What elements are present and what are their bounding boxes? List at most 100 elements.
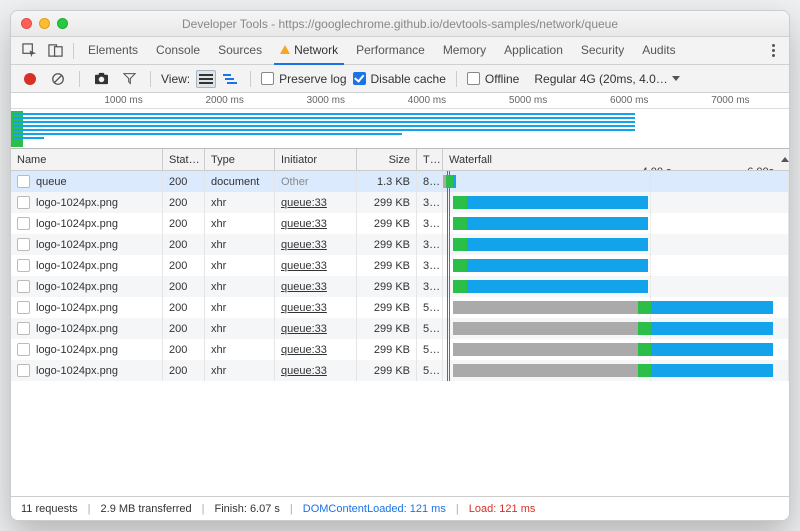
request-name: logo-1024px.png [36, 365, 118, 377]
titlebar: Developer Tools - https://googlechrome.g… [11, 11, 789, 37]
tab-performance[interactable]: Performance [348, 37, 433, 64]
view-list-icon[interactable] [196, 70, 216, 88]
initiator-link[interactable]: queue:33 [281, 302, 327, 314]
filter-icon[interactable] [118, 69, 140, 89]
record-button[interactable] [19, 69, 41, 89]
network-overview[interactable]: 1000 ms 2000 ms 3000 ms 4000 ms 5000 ms … [11, 93, 789, 149]
cell-waterfall [443, 276, 789, 297]
status-bar: 11 requests | 2.9 MB transferred | Finis… [11, 496, 789, 520]
tick-label: 4000 ms [408, 95, 446, 106]
more-options-icon[interactable] [763, 41, 783, 61]
cell-size: 299 KB [357, 234, 417, 255]
initiator-link[interactable]: queue:33 [281, 197, 327, 209]
table-row[interactable]: logo-1024px.png200xhrqueue:33299 KB3… [11, 255, 789, 276]
separator [73, 43, 74, 59]
tab-audits[interactable]: Audits [634, 37, 683, 64]
cell-name: logo-1024px.png [11, 234, 163, 255]
tab-console[interactable]: Console [148, 37, 208, 64]
window-title: Developer Tools - https://googlechrome.g… [21, 17, 779, 31]
file-icon [17, 217, 30, 230]
cell-waterfall [443, 171, 789, 192]
overview-ticks: 1000 ms 2000 ms 3000 ms 4000 ms 5000 ms … [11, 93, 789, 109]
initiator-link[interactable]: queue:33 [281, 218, 327, 230]
cell-initiator: queue:33 [275, 276, 357, 297]
cell-type: document [205, 171, 275, 192]
devtools-tabbar: Elements Console Sources Network Perform… [11, 37, 789, 65]
table-row[interactable]: logo-1024px.png200xhrqueue:33299 KB5… [11, 297, 789, 318]
minimize-icon[interactable] [39, 18, 50, 29]
header-waterfall[interactable]: Waterfall 4.00 s 6.00s [443, 149, 789, 170]
request-name: logo-1024px.png [36, 344, 118, 356]
cell-status: 200 [163, 318, 205, 339]
file-icon [17, 280, 30, 293]
status-request-count: 11 requests [21, 503, 78, 515]
zoom-icon[interactable] [57, 18, 68, 29]
tick-label: 1000 ms [104, 95, 142, 106]
header-type-label: Type [211, 154, 235, 166]
clear-button[interactable] [47, 69, 69, 89]
cell-name: logo-1024px.png [11, 360, 163, 381]
status-load: Load: 121 ms [469, 503, 536, 515]
cell-status: 200 [163, 339, 205, 360]
waterfall-bar [443, 175, 456, 188]
initiator-link[interactable]: queue:33 [281, 260, 327, 272]
tab-application[interactable]: Application [496, 37, 571, 64]
tab-elements[interactable]: Elements [80, 37, 146, 64]
request-name: logo-1024px.png [36, 197, 118, 209]
table-row[interactable]: logo-1024px.png200xhrqueue:33299 KB3… [11, 192, 789, 213]
request-table-body[interactable]: queue200documentOther1.3 KB8…logo-1024px… [11, 171, 789, 496]
header-time[interactable]: T… [417, 149, 443, 170]
header-status[interactable]: Stat… [163, 149, 205, 170]
cell-initiator: queue:33 [275, 360, 357, 381]
close-icon[interactable] [21, 18, 32, 29]
network-toolbar: View: Preserve log Disable cache Offline… [11, 65, 789, 93]
request-name: logo-1024px.png [36, 281, 118, 293]
file-icon [17, 301, 30, 314]
table-row[interactable]: queue200documentOther1.3 KB8… [11, 171, 789, 192]
waterfall-bar [453, 238, 648, 251]
view-filmstrip-icon[interactable] [220, 70, 240, 88]
initiator-link[interactable]: queue:33 [281, 344, 327, 356]
tab-memory[interactable]: Memory [435, 37, 494, 64]
table-row[interactable]: logo-1024px.png200xhrqueue:33299 KB5… [11, 318, 789, 339]
cell-type: xhr [205, 255, 275, 276]
table-row[interactable]: logo-1024px.png200xhrqueue:33299 KB5… [11, 339, 789, 360]
device-toolbar-icon[interactable] [43, 40, 67, 62]
tab-network[interactable]: Network [272, 37, 346, 64]
tab-sources[interactable]: Sources [210, 37, 270, 64]
waterfall-bar [453, 364, 773, 377]
table-row[interactable]: logo-1024px.png200xhrqueue:33299 KB3… [11, 276, 789, 297]
header-name[interactable]: Name [11, 149, 163, 170]
header-initiator[interactable]: Initiator [275, 149, 357, 170]
initiator-link[interactable]: queue:33 [281, 281, 327, 293]
cell-waterfall [443, 339, 789, 360]
waterfall-bar [453, 343, 773, 356]
separator [79, 71, 80, 87]
tick-label: 5000 ms [509, 95, 547, 106]
cell-name: logo-1024px.png [11, 192, 163, 213]
tick-label: 7000 ms [711, 95, 749, 106]
tab-security[interactable]: Security [573, 37, 632, 64]
header-size[interactable]: Size [357, 149, 417, 170]
table-row[interactable]: logo-1024px.png200xhrqueue:33299 KB3… [11, 234, 789, 255]
offline-checkbox[interactable]: Offline [467, 72, 519, 86]
table-row[interactable]: logo-1024px.png200xhrqueue:33299 KB5… [11, 360, 789, 381]
preserve-log-label: Preserve log [279, 72, 346, 86]
preserve-log-checkbox[interactable]: Preserve log [261, 72, 346, 86]
initiator-link[interactable]: queue:33 [281, 365, 327, 377]
cell-status: 200 [163, 234, 205, 255]
file-icon [17, 322, 30, 335]
header-type[interactable]: Type [205, 149, 275, 170]
disable-cache-checkbox[interactable]: Disable cache [353, 72, 446, 86]
cell-initiator: queue:33 [275, 255, 357, 276]
cell-status: 200 [163, 276, 205, 297]
inspect-element-icon[interactable] [17, 40, 41, 62]
throttling-select[interactable]: Regular 4G (20ms, 4.0… [529, 70, 684, 88]
screenshot-icon[interactable] [90, 69, 112, 89]
cell-size: 299 KB [357, 339, 417, 360]
cell-initiator: queue:33 [275, 318, 357, 339]
initiator-link[interactable]: queue:33 [281, 323, 327, 335]
table-row[interactable]: logo-1024px.png200xhrqueue:33299 KB3… [11, 213, 789, 234]
devtools-window: Developer Tools - https://googlechrome.g… [10, 10, 790, 521]
initiator-link[interactable]: queue:33 [281, 239, 327, 251]
